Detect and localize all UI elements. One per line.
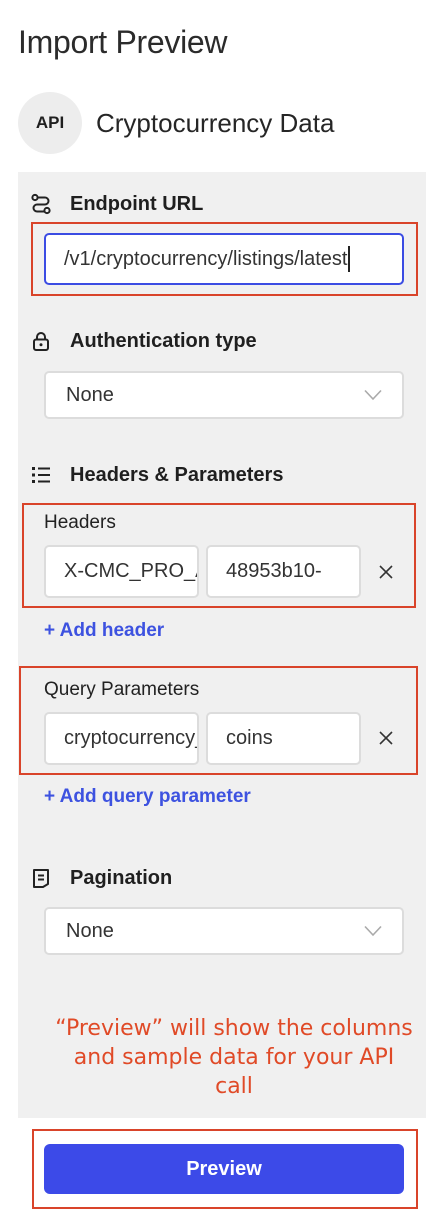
- preview-button[interactable]: Preview: [44, 1144, 404, 1194]
- endpoint-url-input[interactable]: /v1/cryptocurrency/listings/latest: [44, 233, 404, 285]
- query-param-key-value: cryptocurrency_type: [64, 727, 197, 749]
- params-section-label: Headers & Parameters: [70, 463, 284, 486]
- list-icon: [32, 467, 50, 483]
- chevron-down-icon: [364, 389, 382, 401]
- data-source-header: API Cryptocurrency Data: [18, 92, 418, 154]
- auth-type-value: None: [66, 383, 114, 406]
- header-key-value: X-CMC_PRO_API_KEY: [64, 560, 197, 582]
- chevron-down-icon: [364, 925, 382, 937]
- pagination-value: None: [66, 919, 114, 942]
- import-preview-page: Import Preview API Cryptocurrency Data E…: [0, 0, 426, 1217]
- auth-label: Authentication type: [70, 329, 257, 352]
- header-value-input[interactable]: 48953b10-: [206, 545, 361, 598]
- close-icon[interactable]: [377, 563, 395, 581]
- add-header-link[interactable]: + Add header: [44, 620, 164, 642]
- api-badge: API: [18, 92, 82, 154]
- auth-section-heading: Authentication type: [30, 327, 257, 355]
- pagination-select[interactable]: None: [44, 907, 404, 955]
- page-title: Import Preview: [18, 24, 228, 60]
- page-icon: [33, 869, 49, 888]
- headers-label: Headers: [44, 512, 116, 533]
- data-source-name: Cryptocurrency Data: [96, 108, 335, 138]
- close-icon[interactable]: [377, 729, 395, 747]
- lock-icon: [33, 332, 49, 351]
- query-param-key-input[interactable]: cryptocurrency_type: [44, 712, 199, 765]
- pagination-section-heading: Pagination: [30, 864, 172, 892]
- settings-panel: [18, 172, 426, 1118]
- query-param-value-value: coins: [226, 727, 273, 749]
- preview-annotation: “Preview” will show the columns and samp…: [55, 1016, 413, 1099]
- endpoint-section-heading: Endpoint URL: [30, 190, 203, 218]
- header-key-input[interactable]: X-CMC_PRO_API_KEY: [44, 545, 199, 598]
- params-section-heading: Headers & Parameters: [30, 461, 283, 489]
- endpoint-label: Endpoint URL: [70, 192, 204, 215]
- auth-type-select[interactable]: None: [44, 371, 404, 419]
- query-param-value-input[interactable]: coins: [206, 712, 361, 765]
- text-caret: [348, 246, 351, 272]
- add-query-parameter-link[interactable]: + Add query parameter: [44, 786, 251, 808]
- route-icon: [31, 193, 51, 215]
- endpoint-url-value: /v1/cryptocurrency/listings/latest: [64, 247, 348, 270]
- query-parameters-label: Query Parameters: [44, 679, 200, 700]
- pagination-label: Pagination: [70, 866, 173, 889]
- header-value-value: 48953b10-: [226, 560, 322, 582]
